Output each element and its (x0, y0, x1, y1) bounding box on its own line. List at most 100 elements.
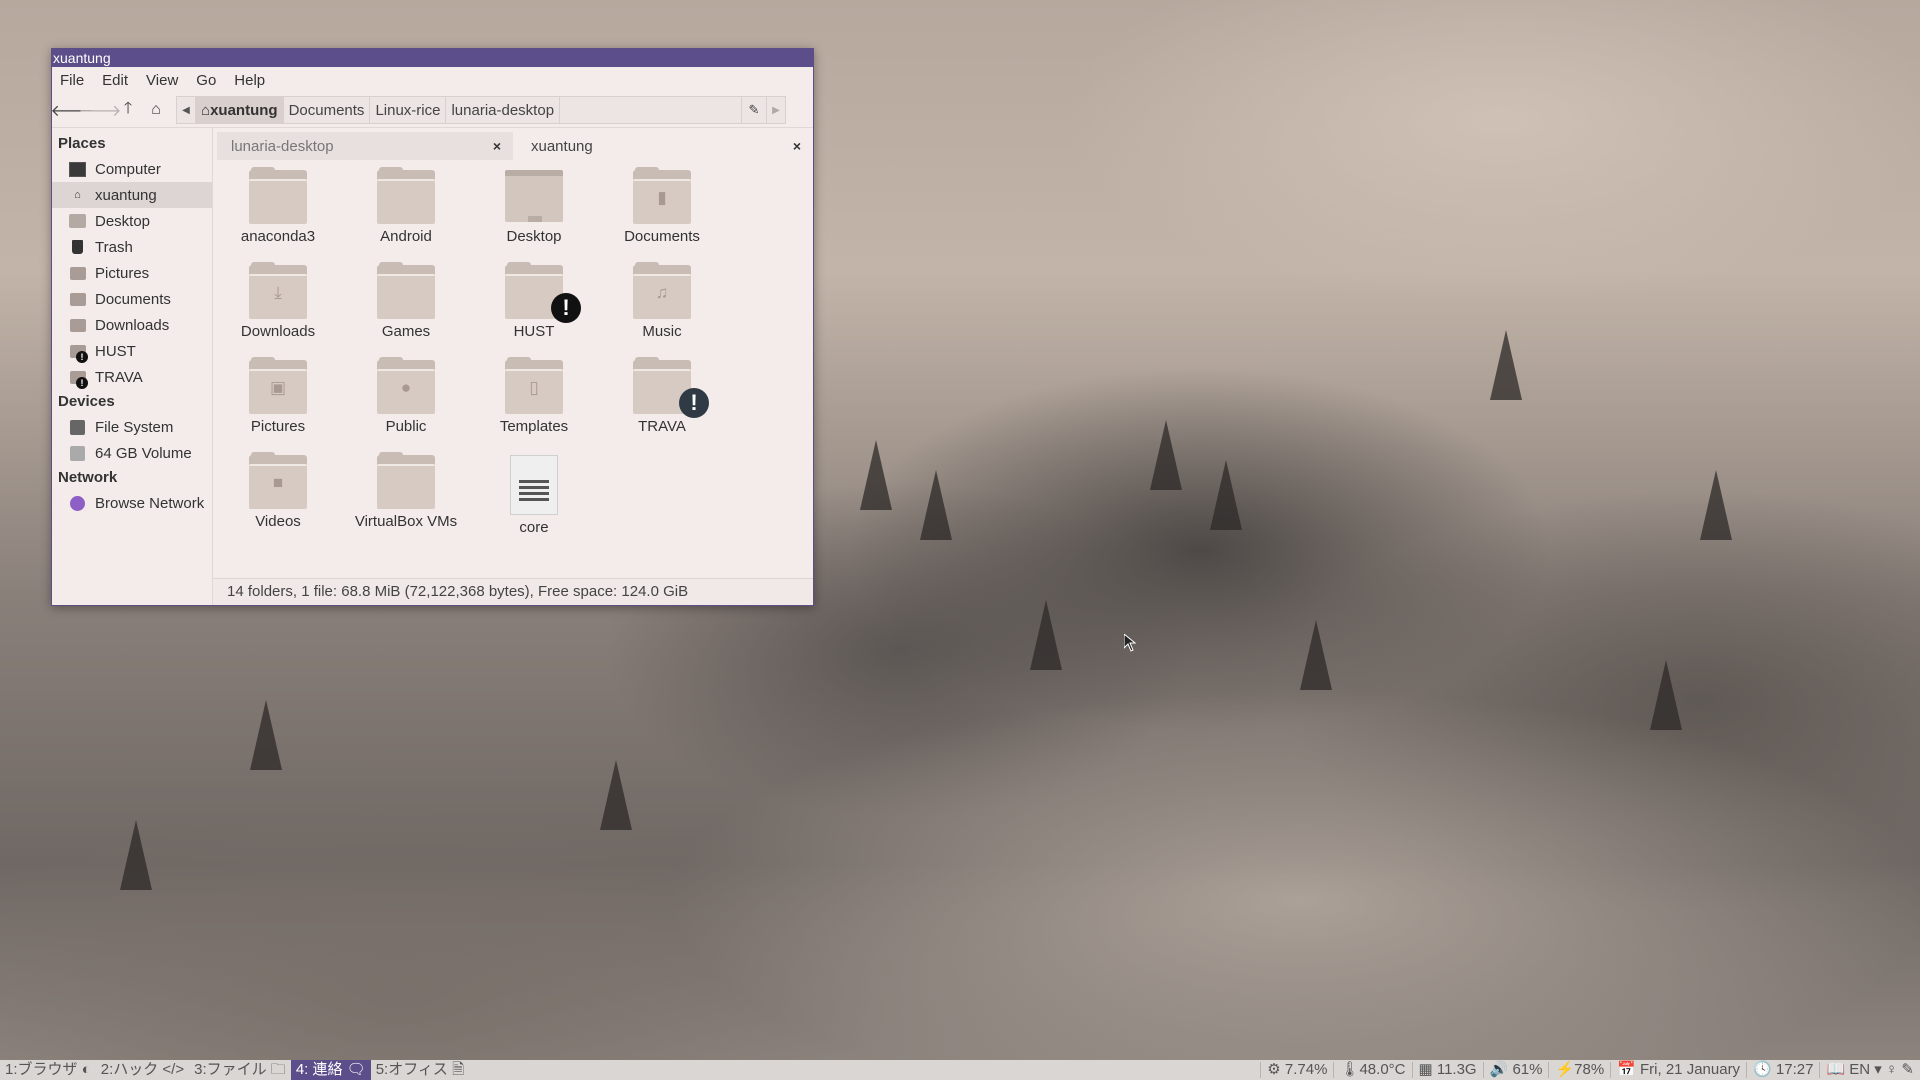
sidebar-item-xuantung[interactable]: ⌂ xuantung (52, 182, 212, 208)
file-item-documents[interactable]: ▮ Documents (598, 167, 726, 245)
breadcrumb-home[interactable]: ⌂ xuantung (196, 97, 284, 123)
sidebar-item-label: HUST (95, 342, 136, 360)
breadcrumb-lunaria-desktop[interactable]: lunaria-desktop (446, 97, 561, 123)
sidebar-item-label: Downloads (95, 316, 170, 334)
menu-file[interactable]: File (60, 72, 84, 89)
file-label: anaconda3 (240, 228, 316, 245)
sidebar-item-trava[interactable]: ! TRAVA (52, 364, 212, 390)
workspace-4[interactable]: 4: 連絡 🗨 (290, 1060, 371, 1080)
tab-xuantung[interactable]: xuantung × (517, 132, 813, 160)
sidebar-header-devices: Devices (58, 393, 115, 410)
sidebar-item-hust[interactable]: ! HUST (52, 338, 212, 364)
sidebar-item-label: Desktop (95, 212, 151, 230)
date-display: 📅 Fri, 21 January (1610, 1062, 1746, 1078)
breadcrumb-linux-rice[interactable]: Linux-rice (370, 97, 447, 123)
window-title: xuantung (52, 49, 813, 67)
file-label: Android (380, 228, 432, 245)
file-label: Videos (255, 513, 301, 530)
up-arrow-icon[interactable]: 🡑 (114, 96, 142, 124)
pictures-folder-icon: ▣ (249, 357, 307, 414)
volume-indicator[interactable]: 🔊 61% (1482, 1062, 1549, 1078)
tab-lunaria-desktop[interactable]: lunaria-desktop × (217, 132, 513, 160)
home-icon[interactable]: ⌂ (142, 96, 170, 124)
sidebar-item-label: 64 GB Volume (95, 444, 192, 462)
menu-edit[interactable]: Edit (102, 72, 128, 89)
workspace-3[interactable]: 3:ファイル 🗀 (189, 1060, 291, 1080)
file-label: Desktop (506, 228, 562, 245)
path-bar: ◀ ⌂ xuantung Documents Linux-rice lunaria… (176, 96, 786, 124)
tab-bar: lunaria-desktop × xuantung × (213, 128, 813, 162)
sidebar-item-label: File System (95, 418, 174, 436)
tab-label: lunaria-desktop (231, 137, 334, 155)
breadcrumb-documents[interactable]: Documents (284, 97, 371, 123)
network-icon (69, 495, 86, 512)
sidebar-item-computer[interactable]: Computer (52, 156, 212, 182)
file-item-music[interactable]: ♫ Music (598, 262, 726, 340)
sidebar-item-documents[interactable]: Documents (52, 286, 212, 312)
folder-icon (377, 167, 435, 224)
sidebar-item-file-system[interactable]: File System (52, 414, 212, 440)
file-label: Pictures (250, 418, 306, 435)
file-item-games[interactable]: Games (342, 262, 470, 340)
close-icon[interactable]: × (793, 138, 801, 154)
file-item-templates[interactable]: ▯ Templates (470, 357, 598, 435)
file-view: lunaria-desktop × xuantung × anaconda3 And… (213, 128, 813, 605)
file-manager-window[interactable]: xuantung File Edit View Go Help 🡐 🡒 🡑 ⌂ … (51, 48, 814, 606)
system-tray[interactable]: 📖 EN ▾ ♀ ✎ (1819, 1062, 1920, 1078)
close-icon[interactable]: × (493, 138, 501, 154)
menu-view[interactable]: View (146, 72, 178, 89)
memory-usage: ▦ 11.3G (1411, 1062, 1483, 1078)
file-item-core[interactable]: core (470, 455, 598, 536)
path-scroll-right-icon[interactable]: ▶ (766, 97, 785, 123)
file-item-downloads[interactable]: ⤓ Downloads (214, 262, 342, 340)
folder-warning-icon: ! (633, 357, 709, 418)
warning-badge-icon: ! (551, 293, 581, 323)
desktop-folder-icon (505, 170, 563, 222)
file-label: Games (381, 323, 431, 340)
folder-warning-icon: ! (69, 369, 88, 389)
file-item-virtualbox-vms[interactable]: VirtualBox VMs (342, 452, 470, 530)
wallpaper-tree (1490, 330, 1522, 400)
forward-arrow-icon[interactable]: 🡒 (79, 96, 122, 124)
menu-go[interactable]: Go (196, 72, 216, 89)
sidebar-header-network: Network (58, 469, 118, 486)
sidebar-item-label: Trash (95, 238, 133, 256)
window-body: Places Computer ⌂ xuantung Desktop Trash … (52, 128, 813, 605)
sidebar-item-pictures[interactable]: Pictures (52, 260, 212, 286)
file-item-public[interactable]: ● Public (342, 357, 470, 435)
sidebar-item-downloads[interactable]: Downloads (52, 312, 212, 338)
file-item-trava[interactable]: ! TRAVA (598, 357, 726, 435)
sidebar-item-desktop[interactable]: Desktop (52, 208, 212, 234)
file-item-hust[interactable]: ! HUST (470, 262, 598, 340)
videos-folder-icon: ■ (249, 452, 307, 509)
folder-icon (249, 167, 307, 224)
workspace-5[interactable]: 5:オフィス 🗎 (371, 1060, 469, 1080)
file-item-videos[interactable]: ■ Videos (214, 452, 342, 530)
sidebar-item-trash[interactable]: Trash (52, 234, 212, 260)
folder-icon (69, 317, 86, 334)
public-folder-icon: ● (377, 357, 435, 414)
templates-folder-icon: ▯ (505, 357, 563, 414)
sidebar-item-label: TRAVA (95, 368, 143, 386)
workspace-2[interactable]: 2:ハック </> (96, 1060, 189, 1080)
file-label: Downloads (240, 323, 316, 340)
workspace-1[interactable]: 1:ブラウザ ◐ (0, 1060, 96, 1080)
status-bar: 14 folders, 1 file: 68.8 MiB (72,122,368… (213, 578, 813, 605)
sidebar-item-label: xuantung (95, 186, 157, 204)
clock: 🕓 17:27 (1746, 1062, 1819, 1078)
sidebar-item-64gb-volume[interactable]: 64 GB Volume (52, 440, 212, 466)
file-item-anaconda3[interactable]: anaconda3 (214, 167, 342, 245)
pencil-icon[interactable]: ✎ (741, 97, 766, 123)
file-item-android[interactable]: Android (342, 167, 470, 245)
menu-help[interactable]: Help (234, 72, 265, 89)
file-item-desktop[interactable]: Desktop (470, 170, 598, 245)
path-scroll-left-icon[interactable]: ◀ (177, 97, 196, 123)
sidebar-item-browse-network[interactable]: Browse Network (52, 490, 212, 516)
file-label: Public (385, 418, 427, 435)
home-icon: ⌂ (74, 189, 81, 201)
text-file-icon (510, 455, 558, 515)
wallpaper-tree (1300, 620, 1332, 690)
disk-icon (69, 445, 86, 462)
menu-bar: File Edit View Go Help (52, 67, 813, 93)
file-item-pictures[interactable]: ▣ Pictures (214, 357, 342, 435)
